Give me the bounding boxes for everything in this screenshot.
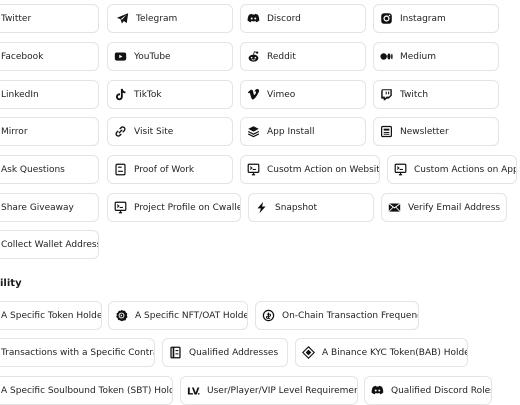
ask-questions-task-label: Ask Questions [1,164,65,175]
twitch-icon [380,88,393,101]
newsletter-icon [380,125,393,138]
twitch-task-button[interactable]: Twitch [373,80,499,109]
custom-actions-app-task-button[interactable]: Custom Actions on App [387,155,517,184]
tx-frequency-label: On-Chain Transaction Frequency [282,310,419,321]
instagram-task-label: Instagram [400,13,446,24]
custom-actions-app-task-label: Custom Actions on App [414,164,517,175]
proof-of-work-task-button[interactable]: Proof of Work [107,155,233,184]
collect-wallet-task-label: Collect Wallet Address [1,239,99,250]
custom-action-website-task-label: Cusotm Action on Website [267,164,380,175]
custom-action-icon [247,163,260,176]
custom-action-icon [114,201,127,214]
facebook-task-label: Facebook [1,51,44,62]
nft-holder-label: A Specific NFT/OAT Holder [135,310,248,321]
level-requirement-button[interactable]: LV User/Player/VIP Level Requirement [180,376,358,405]
link-icon [114,125,127,138]
document-icon [169,346,182,359]
twitch-task-label: Twitch [400,89,429,100]
tiktok-icon [114,88,127,101]
youtube-icon [114,50,127,63]
instagram-icon [380,12,393,25]
tx-frequency-requirement-button[interactable]: On-Chain Transaction Frequency [255,301,419,330]
reddit-task-label: Reddit [267,51,296,62]
tiktok-task-button[interactable]: TikTok [107,80,233,109]
share-giveaway-task-button[interactable]: Share Giveaway [0,193,99,222]
ask-questions-task-button[interactable]: Ask Questions [0,155,99,184]
youtube-task-label: YouTube [134,51,171,62]
transaction-frequency-icon [262,309,275,322]
visit-site-task-button[interactable]: Visit Site [107,117,233,146]
tx-contract-label: Transactions with a Specific Contract [1,347,155,358]
discord-icon [247,12,260,25]
visit-site-task-label: Visit Site [134,126,174,137]
svg-text:LV: LV [187,387,200,397]
medium-icon [380,50,393,63]
nft-badge-icon [115,309,128,322]
medium-task-button[interactable]: Medium [373,42,499,71]
twitter-task-button[interactable]: Twitter [0,4,99,33]
telegram-task-label: Telegram [136,13,178,24]
sbt-holder-requirement-button[interactable]: A Specific Soulbound Token (SBT) Holder [0,376,173,405]
custom-action-website-task-button[interactable]: Cusotm Action on Website [240,155,380,184]
vimeo-icon [247,88,260,101]
app-install-task-button[interactable]: App Install [240,117,366,146]
bab-token-icon [302,346,315,359]
twitter-task-label: Twitter [1,13,32,24]
token-holder-requirement-button[interactable]: A Specific Token Holder [0,301,102,330]
facebook-task-button[interactable]: Facebook [0,42,99,71]
level-icon: LV [187,384,200,397]
reddit-task-button[interactable]: Reddit [240,42,366,71]
linkedin-task-button[interactable]: LinkedIn [0,80,99,109]
bab-holder-label: A Binance KYC Token(BAB) Holder [322,347,468,358]
verify-email-task-button[interactable]: Verify Email Address [381,193,507,222]
level-requirement-label: User/Player/VIP Level Requirement [207,385,358,396]
newsletter-task-label: Newsletter [400,126,449,137]
reddit-icon [247,50,260,63]
section-heading-eligibility: ility [0,278,22,289]
project-profile-task-button[interactable]: Project Profile on Cwallet [107,193,241,222]
collect-wallet-task-button[interactable]: Collect Wallet Address [0,230,99,259]
discord-roles-requirement-button[interactable]: Qualified Discord Roles [364,376,492,405]
discord-task-button[interactable]: Discord [240,4,366,33]
snapshot-task-button[interactable]: Snapshot [248,193,374,222]
vimeo-task-button[interactable]: Vimeo [240,80,366,109]
snapshot-task-label: Snapshot [275,202,318,213]
verify-email-task-label: Verify Email Address [408,202,501,213]
nft-holder-requirement-button[interactable]: A Specific NFT/OAT Holder [108,301,248,330]
custom-action-icon [394,163,407,176]
app-install-task-label: App Install [267,126,315,137]
document-icon [114,163,127,176]
telegram-icon [116,12,129,25]
instagram-task-button[interactable]: Instagram [373,4,499,33]
medium-task-label: Medium [400,51,436,62]
mirror-task-label: Mirror [1,126,28,137]
envelope-icon [388,201,401,214]
layers-icon [247,125,260,138]
newsletter-task-button[interactable]: Newsletter [373,117,499,146]
vimeo-task-label: Vimeo [267,89,296,100]
proof-of-work-task-label: Proof of Work [134,164,195,175]
discord-icon [371,384,384,397]
youtube-task-button[interactable]: YouTube [107,42,233,71]
qualified-addresses-requirement-button[interactable]: Qualified Addresses [162,338,288,367]
discord-roles-label: Qualified Discord Roles [391,385,492,396]
share-giveaway-task-label: Share Giveaway [1,202,74,213]
telegram-task-button[interactable]: Telegram [107,4,233,33]
qualified-addresses-label: Qualified Addresses [189,347,279,358]
token-holder-label: A Specific Token Holder [1,310,102,321]
tx-contract-requirement-button[interactable]: Transactions with a Specific Contract [0,338,155,367]
mirror-task-button[interactable]: Mirror [0,117,99,146]
discord-task-label: Discord [267,13,301,24]
sbt-holder-label: A Specific Soulbound Token (SBT) Holder [1,385,173,396]
flash-icon [255,201,268,214]
bab-holder-requirement-button[interactable]: A Binance KYC Token(BAB) Holder [295,338,468,367]
tiktok-task-label: TikTok [134,89,162,100]
project-profile-task-label: Project Profile on Cwallet [134,202,241,213]
linkedin-task-label: LinkedIn [1,89,39,100]
